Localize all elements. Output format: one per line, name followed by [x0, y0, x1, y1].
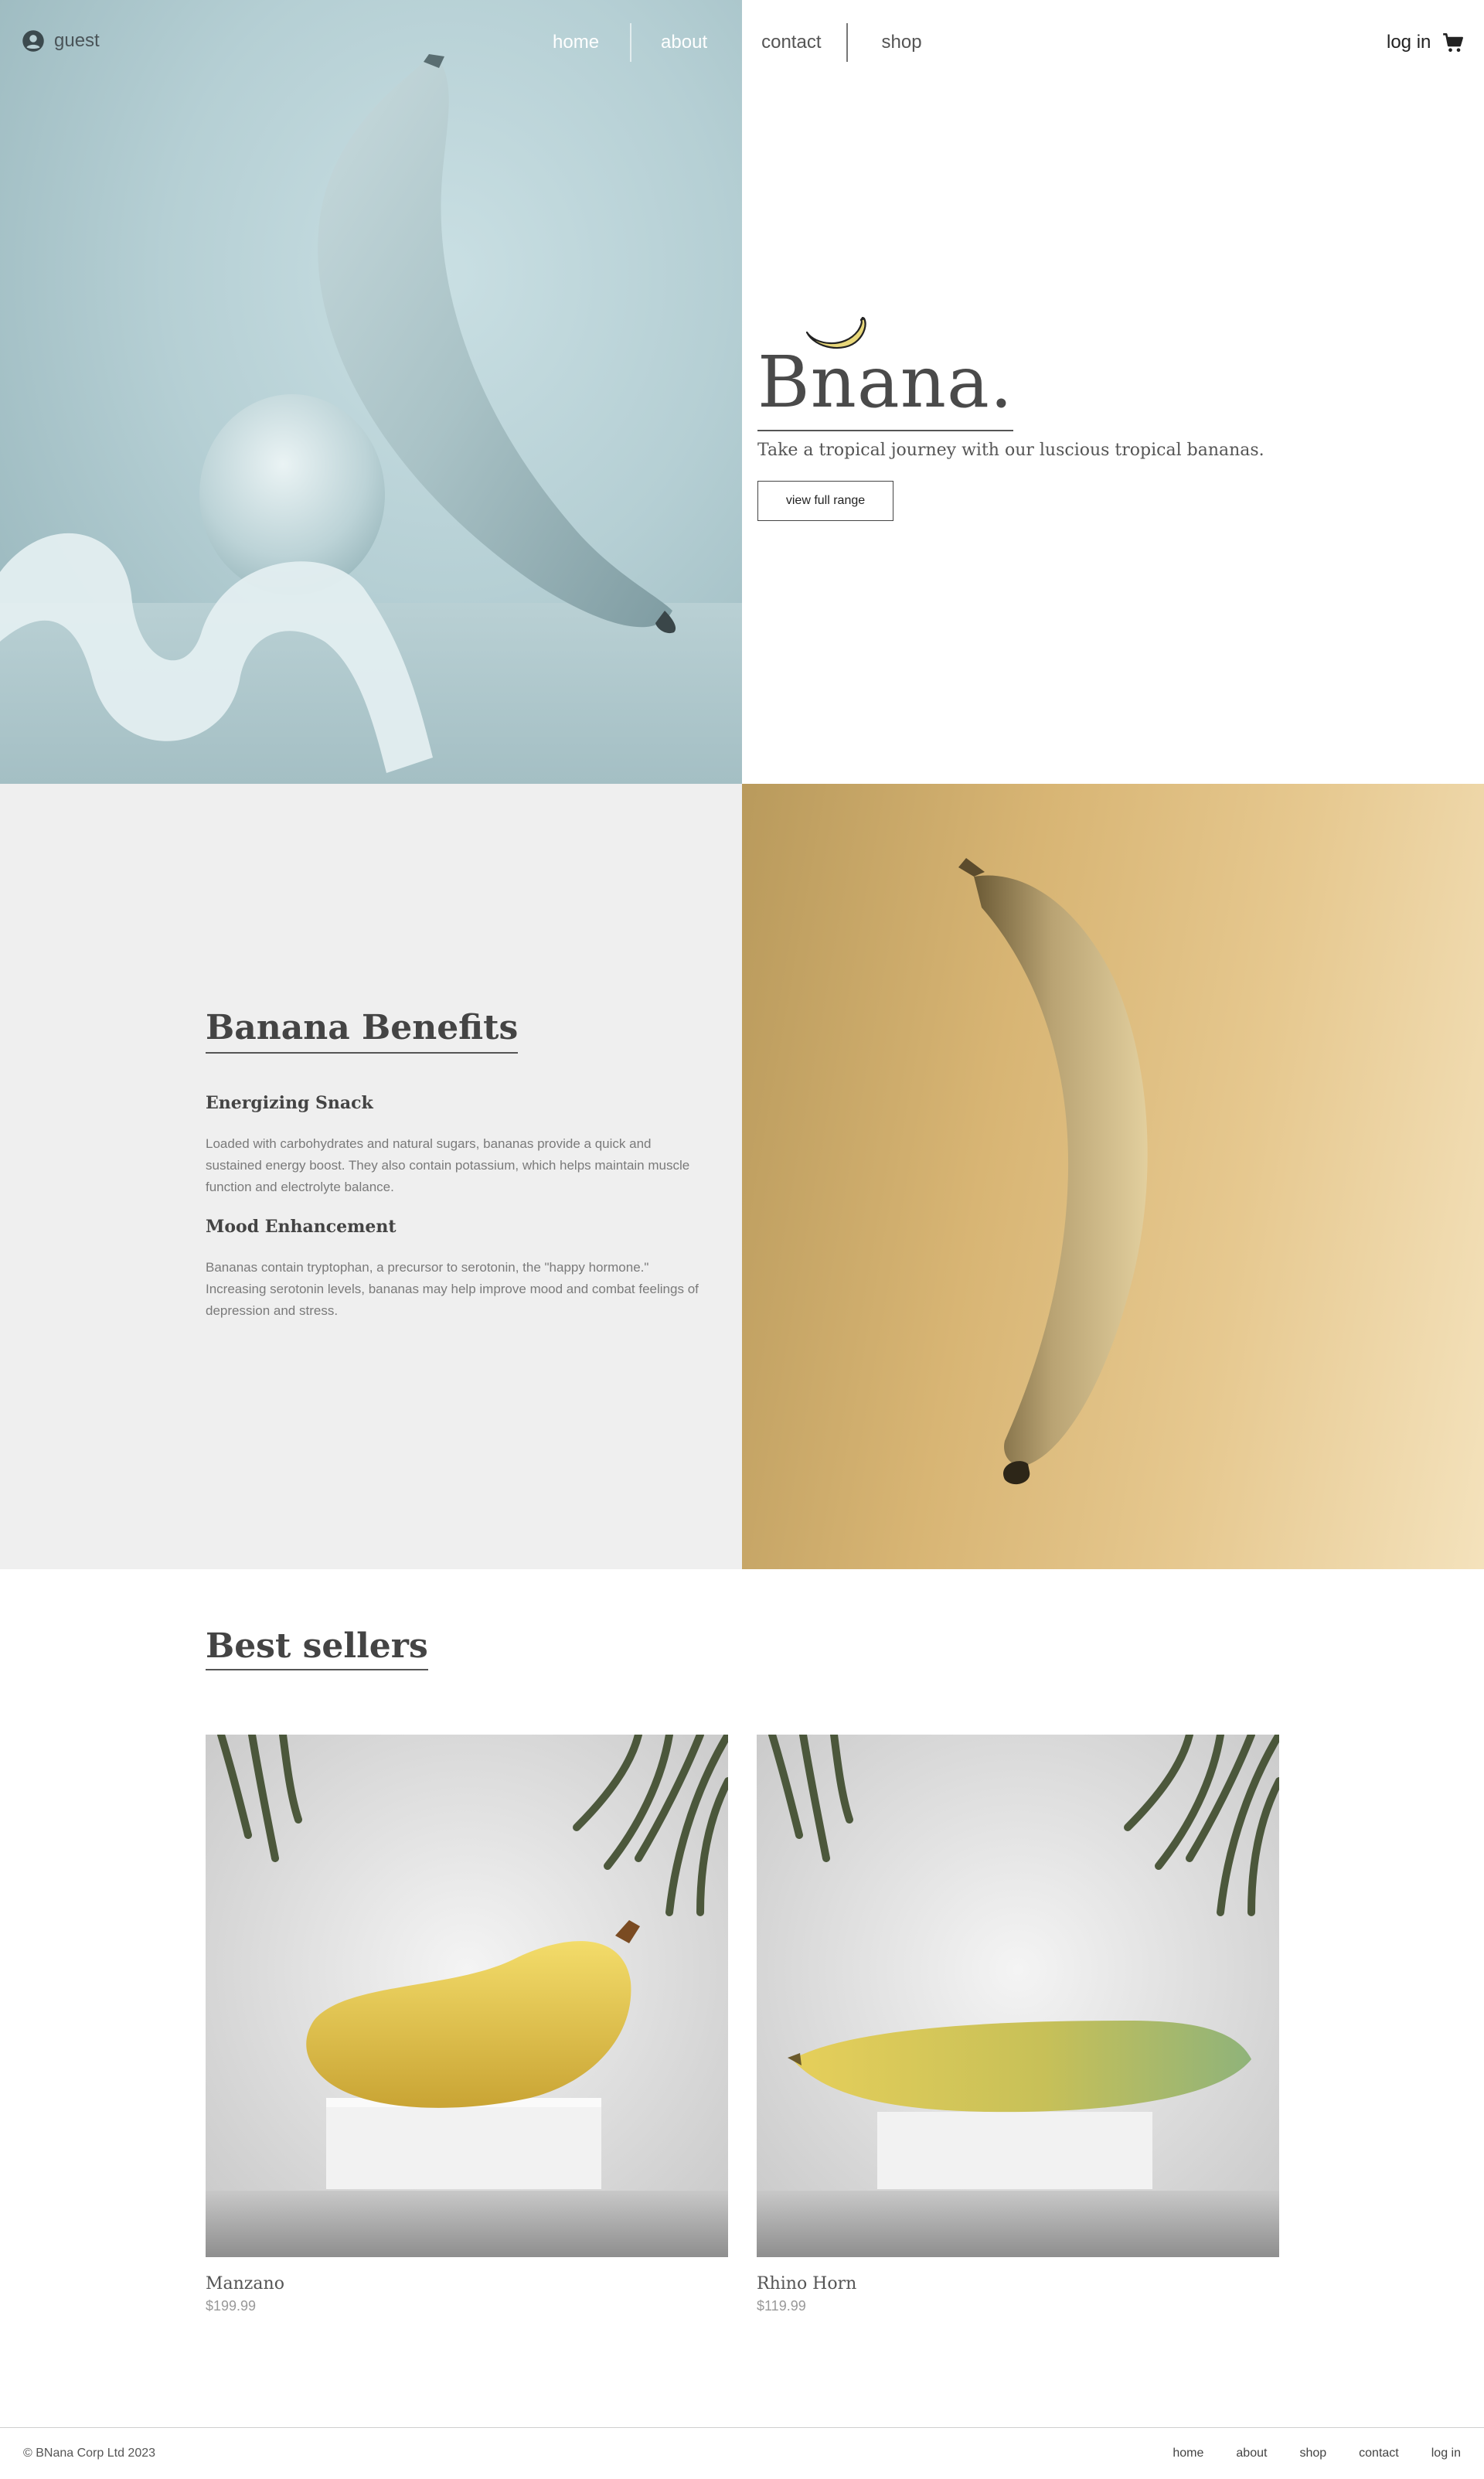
nav-home-link[interactable]: home	[529, 23, 630, 62]
benefit-text: Loaded with carbohydrates and natural su…	[206, 1136, 690, 1194]
view-full-range-button[interactable]: view full range	[757, 481, 893, 521]
hero-banana-photo	[0, 0, 742, 784]
footer-about-link[interactable]: about	[1236, 2447, 1267, 2460]
benefits-banana-photo	[742, 784, 1484, 1569]
nav-contact-link[interactable]: contact	[737, 23, 846, 62]
nav-shop-link[interactable]: shop	[846, 23, 945, 62]
login-link[interactable]: log in	[1387, 29, 1431, 56]
product-price: $119.99	[757, 2298, 806, 2314]
hero-section: guest home about contact shop log in Bna…	[0, 0, 1484, 784]
benefits-text-panel: Banana Benefits Energizing Snack Loaded …	[0, 784, 742, 1569]
product-image[interactable]	[757, 1735, 1279, 2257]
footer-nav: home about shop contact log in	[1173, 2447, 1461, 2460]
nav-about-link[interactable]: about	[630, 23, 737, 62]
copyright-text: © BNana Corp Ltd 2023	[23, 2447, 156, 2460]
user-label: guest	[54, 30, 100, 51]
user-circle-icon	[22, 30, 44, 52]
bestsellers-title: Best sellers	[206, 1626, 428, 1670]
benefits-photo-illustration	[958, 858, 1148, 1485]
footer-login-link[interactable]: log in	[1431, 2447, 1461, 2460]
bestsellers-section: Best sellers Manzano $199.99 Rhino Horn …	[0, 1569, 1484, 2427]
product-name[interactable]: Rhino Horn	[757, 2274, 1279, 2293]
benefits-section: Banana Benefits Energizing Snack Loaded …	[0, 784, 1484, 1569]
footer-home-link[interactable]: home	[1173, 2447, 1203, 2460]
product-name[interactable]: Manzano	[206, 2274, 728, 2293]
benefit-heading: Energizing Snack	[206, 1093, 373, 1113]
product-image[interactable]	[206, 1735, 728, 2257]
main-nav: home about contact shop	[529, 23, 945, 62]
hero-tagline: Take a tropical journey with our lusciou…	[757, 441, 1264, 460]
brand-title: Bnana.	[757, 340, 1014, 431]
footer: © BNana Corp Ltd 2023 home about shop co…	[0, 2427, 1484, 2479]
product-card[interactable]: Rhino Horn $119.99	[757, 1735, 1279, 2314]
user-account[interactable]: guest	[22, 29, 100, 53]
top-navigation-bar: guest home about contact shop log in	[0, 0, 1484, 85]
footer-contact-link[interactable]: contact	[1359, 2447, 1399, 2460]
benefit-text: Bananas contain tryptophan, a precursor …	[206, 1260, 699, 1318]
hero-photo-illustration	[0, 54, 742, 784]
cart-icon[interactable]	[1442, 32, 1464, 54]
product-price: $199.99	[206, 2298, 257, 2314]
footer-shop-link[interactable]: shop	[1299, 2447, 1326, 2460]
benefits-title: Banana Benefits	[206, 1008, 519, 1054]
product-card[interactable]: Manzano $199.99	[206, 1735, 728, 2314]
benefit-heading: Mood Enhancement	[206, 1217, 397, 1237]
